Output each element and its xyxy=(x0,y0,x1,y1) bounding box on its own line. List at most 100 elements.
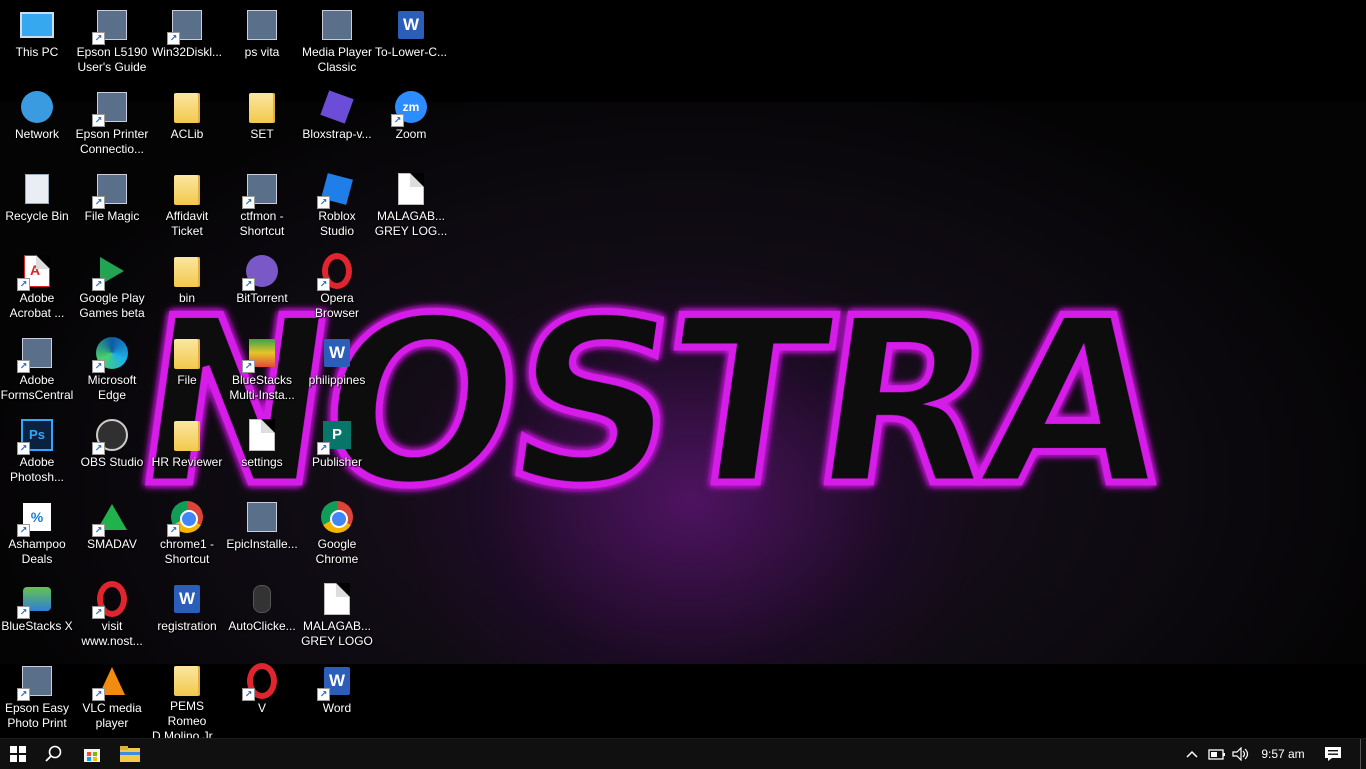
desktop-icon[interactable]: ps vita xyxy=(225,4,299,84)
desktop-icon[interactable]: EpicInstalle... xyxy=(225,496,299,576)
obs-icon: ↗ xyxy=(92,418,129,455)
word-doc-icon: W xyxy=(394,8,428,42)
desktop-icon[interactable]: ↗ visit www.nost... xyxy=(75,578,149,658)
smadav-icon: ↗ xyxy=(92,500,129,537)
desktop-icon[interactable]: P ↗ Publisher xyxy=(300,414,374,494)
desktop-icon-label: Adobe FormsCentral xyxy=(0,373,74,402)
desktop-icon[interactable]: ↗ Win32Diskl... xyxy=(150,4,224,84)
desktop-icon[interactable]: ↗ ctfmon - Shortcut xyxy=(225,168,299,248)
desktop-icon[interactable]: ACLib xyxy=(150,86,224,166)
desktop-icon[interactable]: ↗ Microsoft Edge xyxy=(75,332,149,412)
win32disk-icon: ↗ xyxy=(167,8,204,45)
folder-icon xyxy=(170,254,204,288)
desktop-icon[interactable]: ↗ chrome1 - Shortcut xyxy=(150,496,224,576)
microsoft-store-button[interactable] xyxy=(74,739,110,769)
desktop-icon-label: File Magic xyxy=(84,209,140,223)
winrar-icon xyxy=(245,8,279,42)
folder-icon xyxy=(170,336,204,370)
folder-icon xyxy=(170,418,204,452)
desktop-icon[interactable]: ↗ Epson Easy Photo Print xyxy=(0,660,74,738)
bittorrent-icon: ↗ xyxy=(242,254,279,291)
blank-file-icon xyxy=(245,418,279,452)
clock[interactable]: 9:57 am xyxy=(1256,739,1310,769)
desktop-icon-label: SMADAV xyxy=(87,537,137,551)
desktop-icon[interactable]: Wphilippines xyxy=(300,332,374,412)
start-button[interactable] xyxy=(0,739,36,769)
action-center-button[interactable] xyxy=(1318,739,1348,769)
desktop-icon[interactable]: HR Reviewer xyxy=(150,414,224,494)
image-file-icon xyxy=(320,582,354,616)
battery-button[interactable] xyxy=(1206,739,1228,769)
desktop-icon[interactable]: File xyxy=(150,332,224,412)
desktop-icon[interactable]: A ↗ Adobe Acrobat ... xyxy=(0,250,74,330)
desktop-icon-label: BitTorrent xyxy=(236,291,288,305)
desktop-icon-label: Adobe Photosh... xyxy=(9,455,65,484)
desktop-icon[interactable]: Affidavit Ticket xyxy=(150,168,224,248)
desktop-icon[interactable]: ↗ BlueStacks Multi-Insta... xyxy=(225,332,299,412)
desktop-icon[interactable]: zm ↗ Zoom xyxy=(374,86,448,166)
desktop-icon[interactable]: ↗ SMADAV xyxy=(75,496,149,576)
desktop-icon[interactable]: MALAGAB... GREY LOGO xyxy=(300,578,374,658)
desktop-icon[interactable]: Ps ↗ Adobe Photosh... xyxy=(0,414,74,494)
desktop-icon[interactable]: % ↗ Ashampoo Deals xyxy=(0,496,74,576)
desktop-icon[interactable]: ↗ Epson L5190 User's Guide xyxy=(75,4,149,84)
desktop-icon[interactable]: MALAGAB... GREY LOG... xyxy=(374,168,448,248)
desktop-icon[interactable]: This PC xyxy=(0,4,74,84)
desktop-icon-label: EpicInstalle... xyxy=(226,537,298,551)
desktop-icon[interactable]: ↗ VLC media player xyxy=(75,660,149,738)
file-explorer-button[interactable] xyxy=(112,739,148,769)
desktop-icon[interactable]: Wregistration xyxy=(150,578,224,658)
opera-icon: ↗ xyxy=(242,663,279,701)
desktop-icon[interactable]: ↗ BitTorrent xyxy=(225,250,299,330)
desktop-icon[interactable]: ↗ BlueStacks X xyxy=(0,578,74,658)
desktop-icon[interactable]: ↗ Roblox Studio xyxy=(300,168,374,248)
epson-printer-icon: ↗ xyxy=(92,90,129,127)
microsoft-store-icon xyxy=(84,749,100,762)
desktop-icon-label: chrome1 - Shortcut xyxy=(159,537,215,566)
desktop-icon-label: Recycle Bin xyxy=(5,209,69,223)
shortcut-arrow-icon: ↗ xyxy=(317,688,330,701)
desktop-icon[interactable]: SET xyxy=(225,86,299,166)
desktop-icon[interactable]: PEMS Romeo D Molino Jr... xyxy=(150,660,224,738)
shortcut-arrow-icon: ↗ xyxy=(92,196,105,209)
bluestacks-multi-icon: ↗ xyxy=(242,336,279,373)
desktop-icon[interactable]: settings xyxy=(225,414,299,494)
desktop-icon[interactable]: ↗ Google Play Games beta xyxy=(75,250,149,330)
desktop-icon[interactable]: W To-Lower-C... xyxy=(374,4,448,84)
show-desktop-button[interactable] xyxy=(1360,739,1366,769)
desktop-icon[interactable]: ↗ V xyxy=(225,660,299,738)
desktop-icon-label: To-Lower-C... xyxy=(374,45,448,59)
chrome-icon xyxy=(320,500,354,534)
desktop-icon[interactable]: Recycle Bin xyxy=(0,168,74,248)
computer-icon xyxy=(20,8,54,42)
epic-installer-icon xyxy=(245,500,279,534)
desktop-icon[interactable]: AutoClicke... xyxy=(225,578,299,658)
desktop-icon-label: MALAGAB... GREY LOG... xyxy=(374,209,448,238)
desktop-icon[interactable]: Google Chrome xyxy=(300,496,374,576)
desktop[interactable]: NOSTRA This PC Network Recycle Bin A ↗ Adobe … xyxy=(0,0,1366,738)
mouse-icon xyxy=(245,582,279,616)
desktop-icon-label: Adobe Acrobat ... xyxy=(9,291,65,320)
desktop-icon[interactable]: ↗ Opera Browser xyxy=(300,250,374,330)
desktop-icon-label: SET xyxy=(250,127,274,141)
shortcut-arrow-icon: ↗ xyxy=(167,32,180,45)
shortcut-arrow-icon: ↗ xyxy=(17,278,30,291)
desktop-icon[interactable]: ↗ Epson Printer Connectio... xyxy=(75,86,149,166)
desktop-icon[interactable]: Bloxstrap-v... xyxy=(300,86,374,166)
photoshop-icon: Ps ↗ xyxy=(17,418,54,455)
desktop-icon[interactable]: W ↗ Word xyxy=(300,660,374,738)
desktop-icon[interactable]: ↗ Adobe FormsCentral xyxy=(0,332,74,412)
desktop-icon[interactable]: ↗ OBS Studio xyxy=(75,414,149,494)
desktop-icon[interactable]: Network xyxy=(0,86,74,166)
show-hidden-icons-button[interactable] xyxy=(1182,739,1202,769)
opera-icon: ↗ xyxy=(92,581,129,619)
media-player-classic-icon xyxy=(320,8,354,42)
desktop-icon[interactable]: ↗ File Magic xyxy=(75,168,149,248)
volume-button[interactable] xyxy=(1230,739,1252,769)
desktop-icon[interactable]: bin xyxy=(150,250,224,330)
search-button[interactable] xyxy=(36,739,72,769)
desktop-icon-label: Win32Diskl... xyxy=(151,45,222,59)
desktop-icon[interactable]: Media Player Classic xyxy=(300,4,374,84)
shortcut-arrow-icon: ↗ xyxy=(391,114,404,127)
desktop-icon-label: Publisher xyxy=(311,455,363,469)
